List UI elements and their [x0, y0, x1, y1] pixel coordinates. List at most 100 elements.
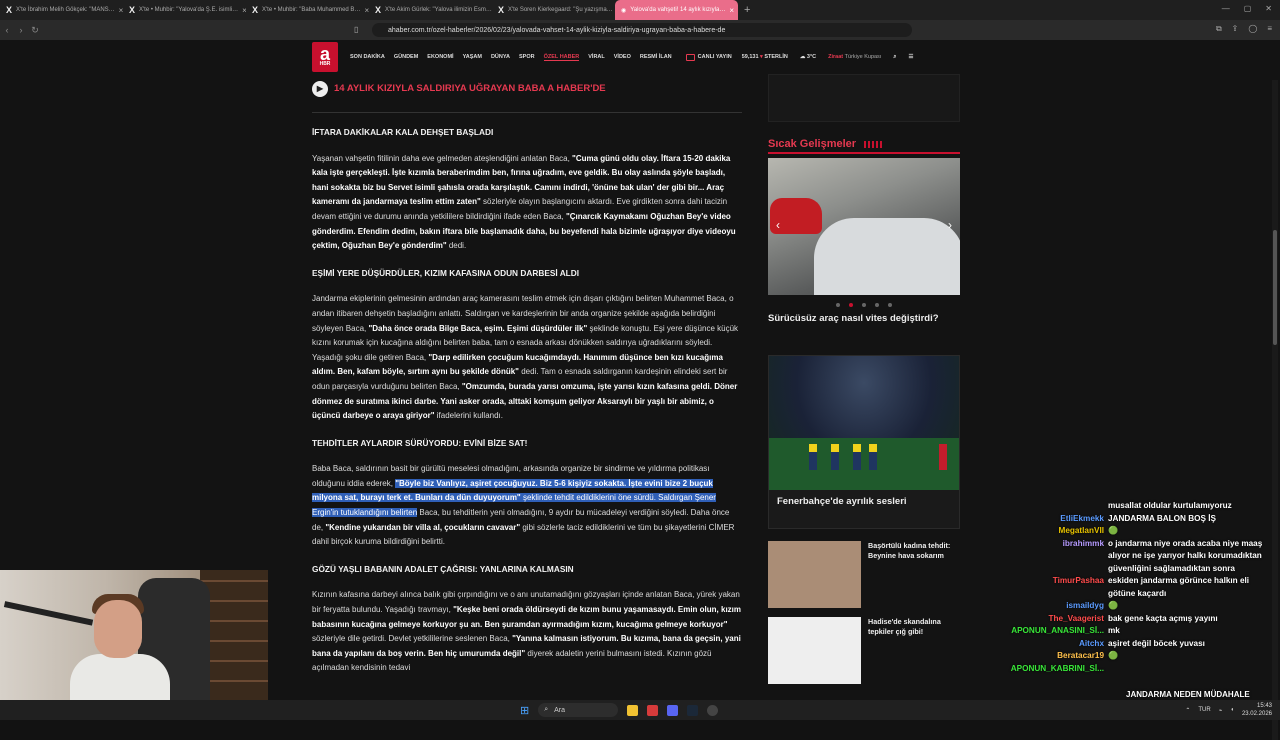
file-explorer-icon[interactable]	[627, 704, 639, 716]
chat-text: JANDARMA BALON BOŞ İŞ	[1108, 513, 1216, 523]
tray-chevron-icon[interactable]: ⌃	[1185, 707, 1190, 714]
browser-tab[interactable]: X X'te Akim Gürlek: "Yalova ilimizin Esm……	[369, 0, 492, 20]
news-item[interactable]: Hadise'de skandalına tepkiler çığ gibi!	[768, 617, 960, 685]
search-icon: ⌕	[544, 706, 549, 713]
browser-tab[interactable]: X X'te • Muhbir: "Baba Muhammed B… ×	[246, 0, 369, 20]
slider-dot[interactable]	[888, 303, 892, 307]
nav-item[interactable]: YAŞAM	[463, 54, 482, 61]
reload-icon[interactable]: ↻	[28, 25, 42, 36]
chat-text: 🟢	[1108, 526, 1119, 535]
chat-text: o jandarma niye orada acaba niye maaş al…	[1108, 538, 1263, 573]
chat-text: aşiret değil böcek yuvası	[1108, 638, 1205, 648]
chat-message: EtliEkmekk JANDARMA BALON BOŞ İŞ	[996, 513, 1276, 526]
obs-icon[interactable]	[707, 704, 719, 716]
news-card[interactable]: Fenerbahçe'de ayrılık sesleri	[768, 355, 960, 529]
maximize-icon[interactable]: ▢	[1244, 4, 1252, 13]
nav-item-active[interactable]: ÖZEL HABER	[543, 54, 580, 61]
browser-tab[interactable]: X X'te İbrahim Melih Gökçek: "MANS… ×	[0, 0, 123, 20]
nav-item[interactable]: SPOR	[519, 54, 535, 61]
window-controls: — ▢ ✕	[1222, 4, 1272, 13]
ahaber-favicon-icon: ◉	[621, 7, 627, 14]
address-bar[interactable]: ahaber.com.tr/ozel-haberler/2026/02/23/y…	[372, 23, 912, 37]
chat-username[interactable]: The_Vaagerist	[996, 613, 1104, 626]
slider-dot[interactable]	[836, 303, 840, 307]
chat-username[interactable]: ibrahimmk	[996, 538, 1104, 576]
browser-tab[interactable]: X X'te • Muhbir: "Yalova'da Ş.E. isimli… ×	[123, 0, 246, 20]
close-window-icon[interactable]: ✕	[1265, 4, 1272, 13]
sponsor-logo: Ziraat Türkiye Kupası	[828, 54, 882, 60]
back-icon[interactable]: ‹	[0, 25, 14, 35]
football-photo	[769, 356, 959, 490]
chat-username[interactable]: APONUN_ANASINI_Sİ...	[996, 625, 1104, 638]
chat-username[interactable]: EtliEkmekk	[996, 513, 1104, 526]
chat-username[interactable]: APONUN_KABRINI_Sİ...	[996, 663, 1104, 676]
nav-item[interactable]: GÜNDEM	[394, 54, 418, 61]
nav-item[interactable]: RESMİ İLAN	[640, 54, 672, 61]
language-indicator[interactable]: TUR	[1198, 707, 1210, 713]
share-icon[interactable]: ⇪	[1232, 24, 1239, 34]
webcam-overlay	[0, 570, 268, 700]
weather-widget: ☁ 3°C	[799, 54, 817, 60]
minimize-icon[interactable]: —	[1222, 4, 1230, 13]
live-broadcast-link[interactable]: CANLI YAYIN	[685, 53, 732, 61]
chat-text: musallat oldular kurtulamıyoruz	[1108, 501, 1232, 510]
section-title-hot: Sıcak Gelişmeler	[768, 136, 960, 154]
slider-dot-active[interactable]	[849, 303, 853, 307]
browser-tab-bar: X X'te İbrahim Melih Gökçek: "MANS… × X X't…	[0, 0, 1280, 20]
steam-icon[interactable]	[687, 704, 699, 716]
article-body: ▶ 14 AYLIK KIZIYLA SALDIRIYA UĞRAYAN BAB…	[312, 81, 742, 676]
chat-username[interactable]: Aitchx	[996, 638, 1104, 651]
slider-caption[interactable]: Sürücüsüz araç nasıl vites değiştirdi?	[768, 313, 960, 329]
extensions-icon[interactable]: ⧉	[1216, 24, 1222, 34]
nav-item[interactable]: VİRAL	[588, 54, 605, 61]
chat-message: APONUN_ANASINI_Sİ... mk	[996, 625, 1276, 638]
chat-text: bak gene kaçta açmış yayını	[1108, 613, 1218, 623]
nav-item[interactable]: EKONOMİ	[427, 54, 453, 61]
windows-start-icon[interactable]: ⊞	[520, 704, 529, 717]
network-icon[interactable]: ⌁	[1219, 707, 1223, 714]
chat-message: The_Vaagerist bak gene kaçta açmış yayını	[996, 613, 1276, 626]
bookmark-icon[interactable]: ▯	[354, 25, 358, 34]
nav-item[interactable]: SON DAKİKA	[350, 54, 385, 61]
video-link[interactable]: ▶ 14 AYLIK KIZIYLA SALDIRIYA UĞRAYAN BAB…	[312, 81, 742, 97]
slider-dot[interactable]	[862, 303, 866, 307]
close-tab-icon[interactable]: ×	[729, 6, 734, 15]
chat-username[interactable]	[996, 500, 1104, 513]
taskbar-search[interactable]: ⌕ Ara	[538, 703, 619, 717]
chat-message: APONUN_KABRINI_Sİ...	[996, 663, 1276, 676]
menu-icon[interactable]: ≡	[1267, 24, 1272, 34]
chat-username[interactable]: MegatlanVII	[996, 525, 1105, 538]
news-item[interactable]: Başörtülü kadına tehdit: Beynine hava so…	[768, 541, 960, 609]
x-logo-icon: X	[6, 5, 13, 15]
volume-icon[interactable]: ◖	[1230, 707, 1234, 713]
news-thumbnail	[768, 617, 861, 684]
divider	[312, 112, 742, 113]
play-icon: ▶	[312, 81, 328, 97]
slider-next-icon[interactable]: ›	[948, 218, 952, 232]
nav-item[interactable]: VİDEO	[614, 54, 631, 61]
site-logo[interactable]: a HBR	[312, 42, 338, 72]
scrollbar-thumb[interactable]	[1273, 230, 1277, 345]
new-tab-button[interactable]: +	[738, 4, 756, 16]
browser-tab[interactable]: XX'te Soren Kierkegaard: "Şu yazışma…×	[492, 0, 615, 20]
chat-text	[1108, 663, 1268, 676]
search-icon[interactable]: ⌕	[893, 54, 896, 61]
hamburger-menu-icon[interactable]: ☰	[908, 54, 913, 60]
browser-tab-active[interactable]: ◉ Yalova'da vahşeti! 14 aylık kızıyla… ×	[615, 0, 738, 20]
article-paragraph: Jandarma ekiplerinin gelmesinin ardından…	[312, 294, 739, 421]
clock[interactable]: 15:43 23.02.2026	[1242, 702, 1272, 718]
news-thumbnail	[768, 541, 861, 608]
slider-prev-icon[interactable]: ‹	[776, 218, 780, 232]
profile-icon[interactable]: ◯	[1248, 24, 1257, 34]
discord-icon[interactable]	[667, 704, 679, 716]
chat-username[interactable]: Beratacar19	[996, 650, 1104, 663]
section-heading: TEHDİTLER AYLARDIR SÜRÜYORDU: EVİNİ BİZE…	[312, 437, 528, 448]
slider-dot[interactable]	[875, 303, 879, 307]
nav-item[interactable]: DÜNYA	[491, 54, 510, 61]
browser-app-icon[interactable]	[647, 704, 659, 716]
slider-image[interactable]: ‹ ›	[768, 158, 960, 295]
chat-username[interactable]: ismaildyg	[996, 600, 1104, 613]
chat-username[interactable]: TimurPashaa	[996, 575, 1104, 600]
forward-icon[interactable]: ›	[14, 25, 28, 35]
x-logo-icon: X	[129, 5, 136, 15]
